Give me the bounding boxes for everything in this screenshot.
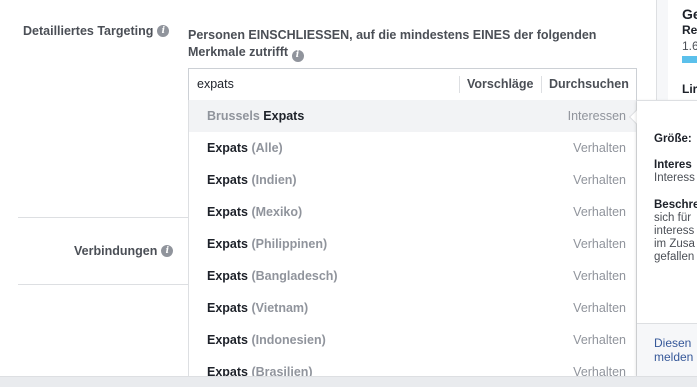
hover-card-footer: Diesen melden [637, 323, 697, 376]
dropdown-item[interactable]: Expats (Vietnam) Verhalten [189, 292, 636, 324]
report-link-continued[interactable]: melden [654, 350, 693, 364]
dropdown-item[interactable]: Expats (Indien) Verhalten [189, 164, 636, 196]
description-line: interess [654, 225, 695, 237]
dropdown-item[interactable]: Expats (Bangladesch) Verhalten [189, 260, 636, 292]
audience-card-label: Lir [682, 82, 697, 96]
dropdown-item-type: Verhalten [573, 365, 626, 376]
dropdown-item[interactable]: Expats (Mexiko) Verhalten [189, 196, 636, 228]
connections-label: Verbindungen [74, 244, 158, 258]
dropdown-item-type: Verhalten [573, 269, 626, 283]
connections-label-row: Verbindungen i [74, 244, 174, 258]
detailed-targeting-label-row: Detailliertes Targeting i [23, 24, 170, 38]
dropdown-item-type: Verhalten [573, 333, 626, 347]
audience-card-title: Ge [682, 6, 697, 22]
targeting-panel: Detailliertes Targeting i Personen EINSC… [0, 0, 656, 376]
targeting-description: Personen EINSCHLIESSEN, auf die mindeste… [188, 27, 608, 62]
interest-value: Interess [654, 172, 695, 184]
dropdown-item[interactable]: Brussels Expats Interessen [189, 100, 636, 132]
description-label: Beschre [654, 199, 697, 211]
dropdown-item-name: Expats (Indonesien) [207, 333, 326, 347]
report-link[interactable]: Diesen [654, 336, 691, 350]
dropdown-item[interactable]: Expats (Alle) Verhalten [189, 132, 636, 164]
tab-browse[interactable]: Durchsuchen [541, 76, 629, 93]
dropdown-item[interactable]: Expats (Brasilien) Verhalten [189, 356, 636, 376]
dropdown-item-name: Expats (Bangladesch) [207, 269, 338, 283]
description-line: gefallen [654, 251, 695, 263]
dropdown-item-type: Interessen [567, 109, 626, 123]
audience-card-subtitle: Re [682, 23, 697, 37]
dropdown-item-name: Expats (Brasilien) [207, 365, 313, 376]
dropdown-item-name: Expats (Vietnam) [207, 301, 309, 315]
dropdown-item-type: Verhalten [573, 301, 626, 315]
tab-suggestions[interactable]: Vorschläge [459, 76, 533, 93]
dropdown-item-type: Verhalten [573, 141, 626, 155]
section-divider [18, 217, 188, 218]
dropdown-item-name: Expats (Alle) [207, 141, 283, 155]
targeting-description-text: Personen EINSCHLIESSEN, auf die mindeste… [188, 28, 597, 59]
description-line: im Zusa [654, 238, 695, 250]
dropdown-item-type: Verhalten [573, 173, 626, 187]
description-line: sich für [654, 212, 692, 224]
dropdown-item[interactable]: Expats (Indonesien) Verhalten [189, 324, 636, 356]
targeting-search-input[interactable] [197, 77, 437, 91]
dropdown-item-name: Expats (Philippinen) [207, 237, 328, 251]
audience-meter-bar [682, 56, 697, 63]
detailed-targeting-label: Detailliertes Targeting [23, 24, 154, 38]
audience-card-number: 1.6 [682, 39, 697, 53]
interest-detail-card: Größe: Interes Interess Beschre sich für… [637, 100, 697, 376]
interest-label: Interes [654, 159, 692, 171]
bottom-bar [0, 376, 697, 387]
info-icon[interactable]: i [291, 49, 304, 62]
dropdown-item-name: Expats (Mexiko) [207, 205, 303, 219]
size-label: Größe: [654, 133, 692, 145]
dropdown-item-name: Brussels Expats [207, 109, 305, 123]
section-divider [18, 284, 188, 285]
targeting-search-box[interactable]: Vorschläge Durchsuchen [188, 68, 637, 100]
dropdown-item-type: Verhalten [573, 237, 626, 251]
dropdown-item-name: Expats (Indien) [207, 173, 297, 187]
dropdown-item-type: Verhalten [573, 205, 626, 219]
audience-summary-card: Ge Re 1.6 Lir [668, 0, 697, 100]
dropdown-item[interactable]: Expats (Philippinen) Verhalten [189, 228, 636, 260]
info-icon[interactable]: i [157, 25, 170, 37]
info-icon[interactable]: i [161, 245, 174, 257]
suggestions-dropdown: Brussels Expats Interessen Expats (Alle)… [188, 100, 637, 376]
